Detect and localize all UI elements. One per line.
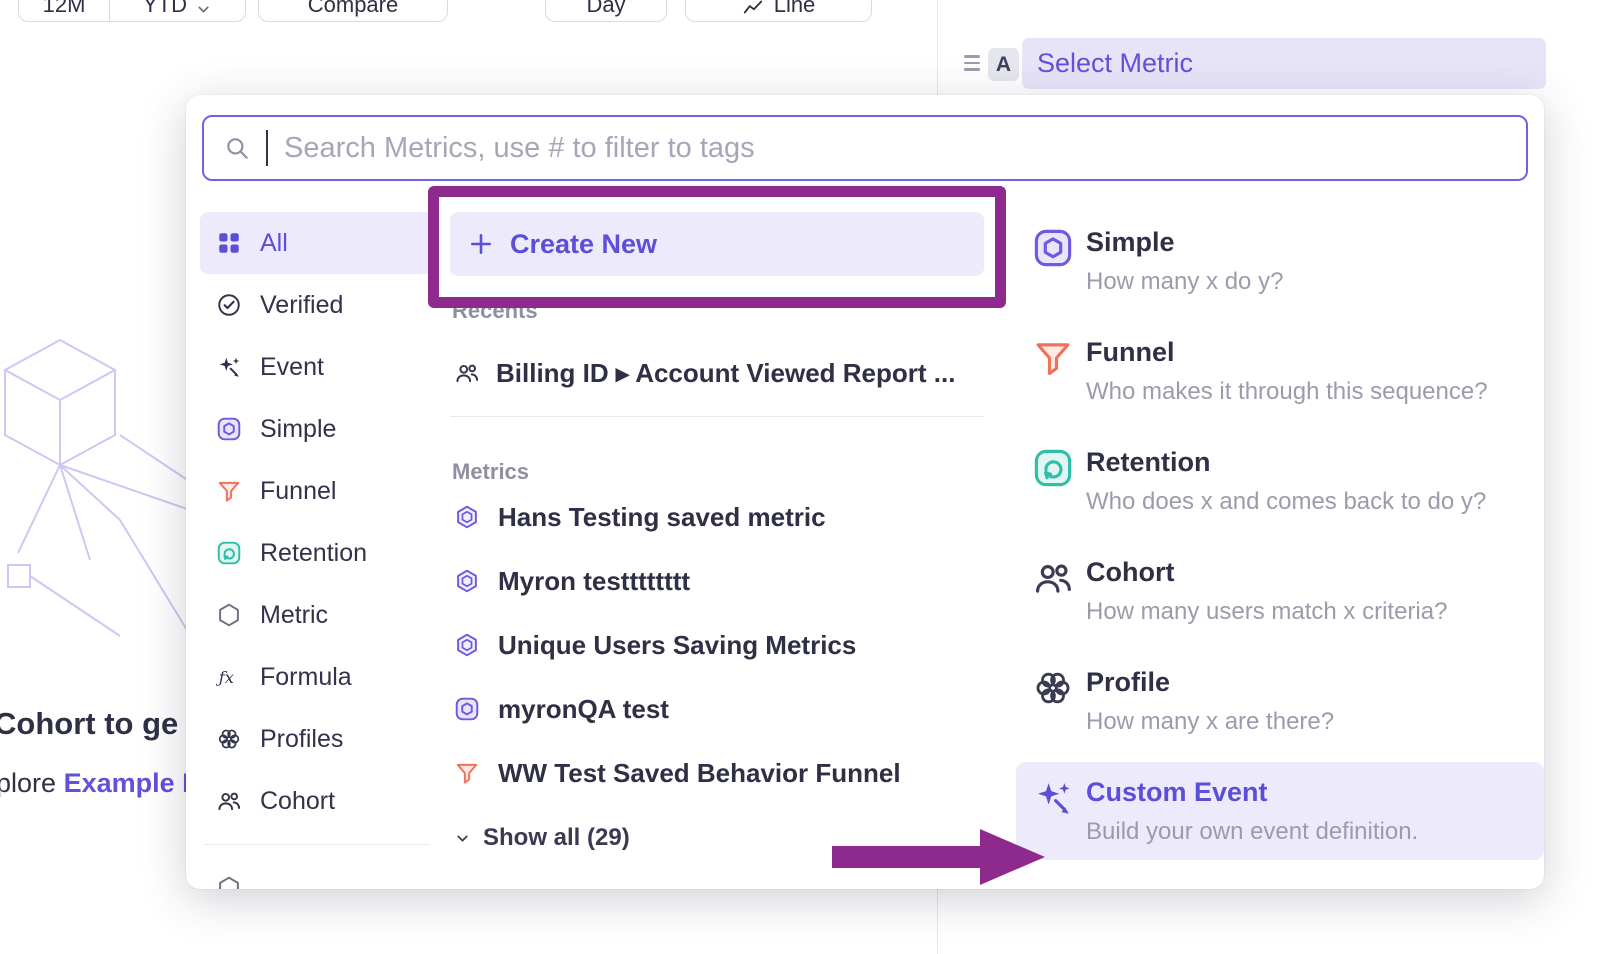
profile-flower-icon — [1032, 665, 1074, 737]
sidebar-item-verified[interactable]: Verified — [200, 274, 434, 336]
metric-hexagon-icon — [216, 602, 242, 628]
example-link[interactable]: Example I — [64, 768, 190, 798]
select-metric-field[interactable]: Select Metric — [1022, 38, 1546, 89]
metric-hexagon-icon — [454, 632, 480, 658]
metric-list-item[interactable]: WW Test Saved Behavior Funnel — [450, 741, 984, 805]
sidebar-item-retention[interactable]: Retention — [200, 522, 434, 584]
sidebar-item-funnel[interactable]: Funnel — [200, 460, 434, 522]
metric-type-funnel[interactable]: Funnel Who makes it through this sequenc… — [1016, 322, 1544, 420]
create-new-button[interactable]: Create New — [450, 212, 984, 276]
category-sidebar: All Verified Event Simple Funnel Retenti… — [200, 212, 434, 889]
metric-list-item[interactable]: Unique Users Saving Metrics — [450, 613, 984, 677]
metric-list-item[interactable]: Myron testttttttt — [450, 549, 984, 613]
simple-icon — [1032, 225, 1074, 297]
clipped-icon — [216, 875, 242, 889]
recents-section-label: Recents — [450, 298, 984, 324]
metric-list-item[interactable]: Hans Testing saved metric — [450, 485, 984, 549]
metric-type-retention[interactable]: Retention Who does x and comes back to d… — [1016, 432, 1544, 530]
profiles-flower-icon — [216, 726, 242, 752]
show-all-button[interactable]: Show all (29) — [450, 815, 984, 861]
range-12m-button[interactable]: 12M — [19, 0, 109, 21]
background-text-fragment: plore Example I — [0, 768, 190, 799]
metric-list-item[interactable]: myronQA test — [450, 677, 984, 741]
chevron-down-icon — [454, 830, 471, 847]
plus-icon — [468, 231, 494, 257]
recent-metric-item[interactable]: Billing ID ▸ Account Viewed Report ... — [450, 350, 984, 396]
range-ytd-button[interactable]: YTD — [109, 0, 245, 21]
chevron-down-icon — [195, 1, 212, 18]
metric-picker-modal: All Verified Event Simple Funnel Retenti… — [186, 95, 1544, 889]
metric-type-simple[interactable]: Simple How many x do y? — [1016, 212, 1544, 310]
search-icon — [224, 135, 250, 161]
app-screen: Cohort to ge plore Example I 12M YTD Com… — [0, 0, 1616, 954]
search-input[interactable] — [284, 132, 1506, 165]
metric-type-cohort[interactable]: Cohort How many users match x criteria? — [1016, 542, 1544, 640]
simple-icon — [216, 416, 242, 442]
sidebar-item-cohort[interactable]: Cohort — [200, 770, 434, 832]
sidebar-item-simple[interactable]: Simple — [200, 398, 434, 460]
line-chart-icon — [742, 0, 764, 18]
event-spark-icon — [216, 354, 242, 380]
metric-type-profile[interactable]: Profile How many x are there? — [1016, 652, 1544, 750]
interval-day-button[interactable]: Day — [545, 0, 667, 22]
section-divider — [450, 416, 984, 417]
formula-icon — [216, 664, 242, 690]
verified-icon — [216, 292, 242, 318]
sidebar-item-formula[interactable]: Formula — [200, 646, 434, 708]
custom-event-spark-icon — [1032, 775, 1074, 847]
sidebar-divider — [204, 844, 430, 845]
grid-icon — [216, 230, 242, 256]
sidebar-item-all[interactable]: All — [200, 212, 434, 274]
results-column: Create New Recents Billing ID ▸ Account … — [450, 212, 984, 861]
sidebar-item-event[interactable]: Event — [200, 336, 434, 398]
text-cursor — [266, 130, 268, 166]
funnel-icon — [454, 760, 480, 786]
retention-icon — [1032, 445, 1074, 517]
cohort-people-icon — [1032, 555, 1074, 627]
series-a-badge: A — [988, 48, 1019, 81]
date-range-segmented-control: 12M YTD — [18, 0, 246, 22]
cohort-people-icon — [216, 788, 242, 814]
people-icon — [454, 360, 480, 386]
select-metric-label: Select Metric — [1037, 48, 1193, 79]
funnel-icon — [216, 478, 242, 504]
metric-search-box[interactable] — [202, 115, 1528, 181]
metric-hexagon-icon — [454, 568, 480, 594]
metric-hexagon-icon — [454, 504, 480, 530]
metric-type-custom-event[interactable]: Custom Event Build your own event defini… — [1016, 762, 1544, 860]
sidebar-item-profiles[interactable]: Profiles — [200, 708, 434, 770]
drag-handle-icon[interactable] — [964, 55, 980, 75]
sidebar-item-metric[interactable]: Metric — [200, 584, 434, 646]
compare-button[interactable]: Compare — [258, 0, 448, 22]
funnel-icon — [1032, 335, 1074, 407]
retention-icon — [216, 540, 242, 566]
background-heading-fragment: Cohort to ge — [0, 706, 178, 742]
metrics-section-label: Metrics — [450, 459, 984, 485]
metric-type-column: Simple How many x do y? Funnel Who makes… — [1016, 212, 1544, 872]
simple-metric-icon — [454, 696, 480, 722]
sidebar-item-clipped[interactable] — [200, 857, 434, 889]
chart-type-line-button[interactable]: Line — [685, 0, 872, 22]
